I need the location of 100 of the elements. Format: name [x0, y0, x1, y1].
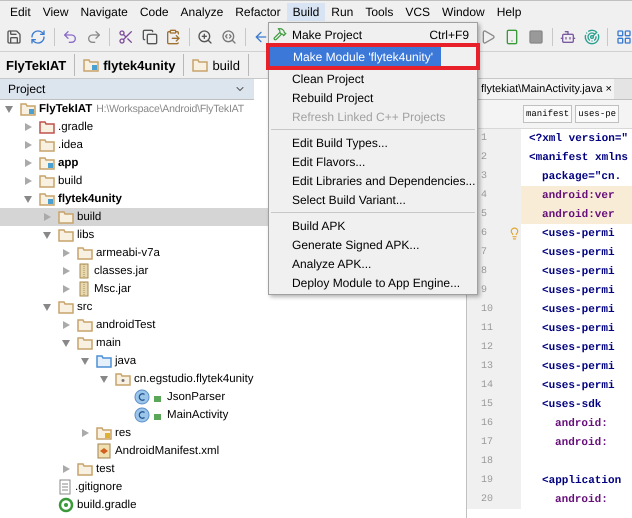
- folder-icon: [96, 426, 112, 440]
- editor-tab[interactable]: flytekiat\MainActivity.java ×: [479, 79, 614, 99]
- tree-item-label: armeabi-v7a: [96, 247, 160, 259]
- play-icon[interactable]: [480, 28, 497, 46]
- code-line: <?xml version=": [528, 132, 628, 144]
- tree-row[interactable]: src: [0, 298, 466, 316]
- menu-entry[interactable]: Edit Libraries and Dependencies...: [269, 171, 477, 190]
- menu-entry[interactable]: Deploy Module to App Engine...: [269, 273, 477, 292]
- menu-entry[interactable]: Select Build Variant...: [269, 190, 477, 209]
- line-number: 11: [481, 323, 494, 334]
- line-number: 15: [481, 399, 494, 410]
- project-path: H:\Workspace\Android\FlyTekIAT: [96, 103, 244, 115]
- tree-item-label: JsonParser: [167, 391, 226, 403]
- android-icon[interactable]: [560, 28, 576, 46]
- tag-path-item[interactable]: manifest: [523, 105, 572, 123]
- menu-entry[interactable]: Edit Build Types...: [269, 133, 477, 152]
- menu-item[interactable]: Tools: [359, 3, 400, 21]
- menu-entry[interactable]: Make Module 'flytek4unity': [270, 47, 441, 66]
- menu-item[interactable]: Navigate: [74, 3, 134, 21]
- tree-row[interactable]: AndroidManifest.xml: [0, 442, 466, 460]
- stop-icon[interactable]: [528, 28, 545, 46]
- menu-entry[interactable]: Analyze APK...: [269, 254, 477, 273]
- folder-icon: [39, 192, 55, 206]
- radar-icon[interactable]: [583, 28, 600, 46]
- sync-icon[interactable]: [30, 28, 47, 46]
- menu-item[interactable]: Window: [436, 3, 491, 21]
- tree-row[interactable]: JsonParser: [0, 388, 466, 406]
- menu-item[interactable]: Build: [286, 3, 326, 21]
- menu-entry[interactable]: Rebuild Project: [269, 88, 477, 107]
- code-line: <uses-permi: [541, 228, 615, 240]
- code-line: android:: [554, 418, 608, 430]
- gradle-icon: [58, 497, 74, 513]
- layout-icon[interactable]: [615, 28, 632, 46]
- paste-icon[interactable]: [165, 28, 182, 46]
- folder-icon: [58, 228, 74, 242]
- menu-item[interactable]: Edit: [4, 3, 37, 21]
- tree-row[interactable]: cn.egstudio.flytek4unity: [0, 370, 466, 388]
- menu-item[interactable]: VCS: [399, 3, 436, 21]
- project-view-title[interactable]: Project: [8, 82, 46, 96]
- code-line: <uses-permi: [541, 322, 615, 334]
- menu-item[interactable]: Analyze: [174, 3, 230, 21]
- menu-entry[interactable]: Make Project Ctrl+F9: [269, 25, 477, 44]
- tree-row[interactable]: res: [0, 424, 466, 442]
- replace-icon[interactable]: [220, 28, 238, 46]
- jar-icon: [77, 281, 91, 297]
- breadcrumb-item[interactable]: flytek4unity: [79, 54, 184, 76]
- menu-item[interactable]: Help: [490, 3, 528, 21]
- folder-icon: [77, 462, 93, 476]
- tree-row[interactable]: main: [0, 334, 466, 352]
- line-number: 13: [481, 361, 494, 372]
- breadcrumb-label: flytek4unity: [103, 58, 176, 72]
- cut-icon[interactable]: [117, 28, 134, 46]
- tree-item-label: .idea: [58, 139, 83, 151]
- tree-row[interactable]: build.gradle: [0, 496, 466, 514]
- tree-item-label: classes.jar: [94, 265, 148, 277]
- tree-row[interactable]: .gitignore: [0, 478, 466, 496]
- folder-icon: [77, 246, 93, 260]
- breadcrumb-item[interactable]: build: [188, 54, 249, 76]
- menu-item[interactable]: View: [36, 3, 74, 21]
- line-number: 12: [481, 342, 494, 353]
- code-line: <uses-permi: [541, 342, 615, 354]
- tree-item-label: app: [58, 157, 78, 169]
- breadcrumb-item[interactable]: FlyTekIAT: [2, 54, 76, 76]
- breadcrumb-label: FlyTekIAT: [6, 58, 66, 72]
- tree-row[interactable]: java: [0, 352, 466, 370]
- save-icon[interactable]: [6, 28, 23, 46]
- line-number: 19: [481, 475, 494, 486]
- breadcrumb-label: build: [212, 58, 240, 72]
- menu-entry[interactable]: Generate Signed APK...: [269, 235, 477, 254]
- lightbulb-icon[interactable]: [508, 227, 521, 240]
- line-number: 7: [481, 247, 488, 258]
- search-icon[interactable]: [196, 28, 214, 46]
- undo-icon[interactable]: [62, 28, 79, 46]
- menu-entry[interactable]: Edit Flavors...: [269, 152, 477, 171]
- menu-item[interactable]: Code: [134, 3, 175, 21]
- tree-item-label: .gitignore: [75, 481, 122, 493]
- menu-item[interactable]: Refactor: [229, 3, 287, 21]
- menu-entry[interactable]: Clean Project: [269, 69, 477, 88]
- code-line: android:: [554, 494, 608, 506]
- tree-item-label: src: [77, 301, 92, 313]
- folder-icon: [192, 58, 208, 72]
- line-number: 9: [481, 285, 488, 296]
- close-icon[interactable]: ×: [605, 83, 612, 95]
- tree-row[interactable]: androidTest: [0, 316, 466, 334]
- code-line: android:ver: [541, 208, 615, 220]
- copy-icon[interactable]: [141, 28, 158, 46]
- tree-item-label: androidTest: [96, 319, 156, 331]
- tree-row[interactable]: MainActivity: [0, 406, 466, 424]
- tree-item-label: build: [77, 211, 102, 223]
- code-line: <manifest xmlns: [528, 152, 628, 164]
- tree-row[interactable]: test: [0, 460, 466, 478]
- tag-path-item[interactable]: uses-pe: [575, 105, 620, 123]
- line-number: 3: [481, 171, 488, 182]
- line-number: 16: [481, 418, 494, 429]
- folder-icon: [20, 102, 36, 116]
- folder-icon: [77, 336, 93, 350]
- menu-item[interactable]: Run: [325, 3, 360, 21]
- line-number: 20: [481, 494, 494, 505]
- code-line: android:: [554, 436, 608, 448]
- redo-icon[interactable]: [86, 28, 102, 46]
